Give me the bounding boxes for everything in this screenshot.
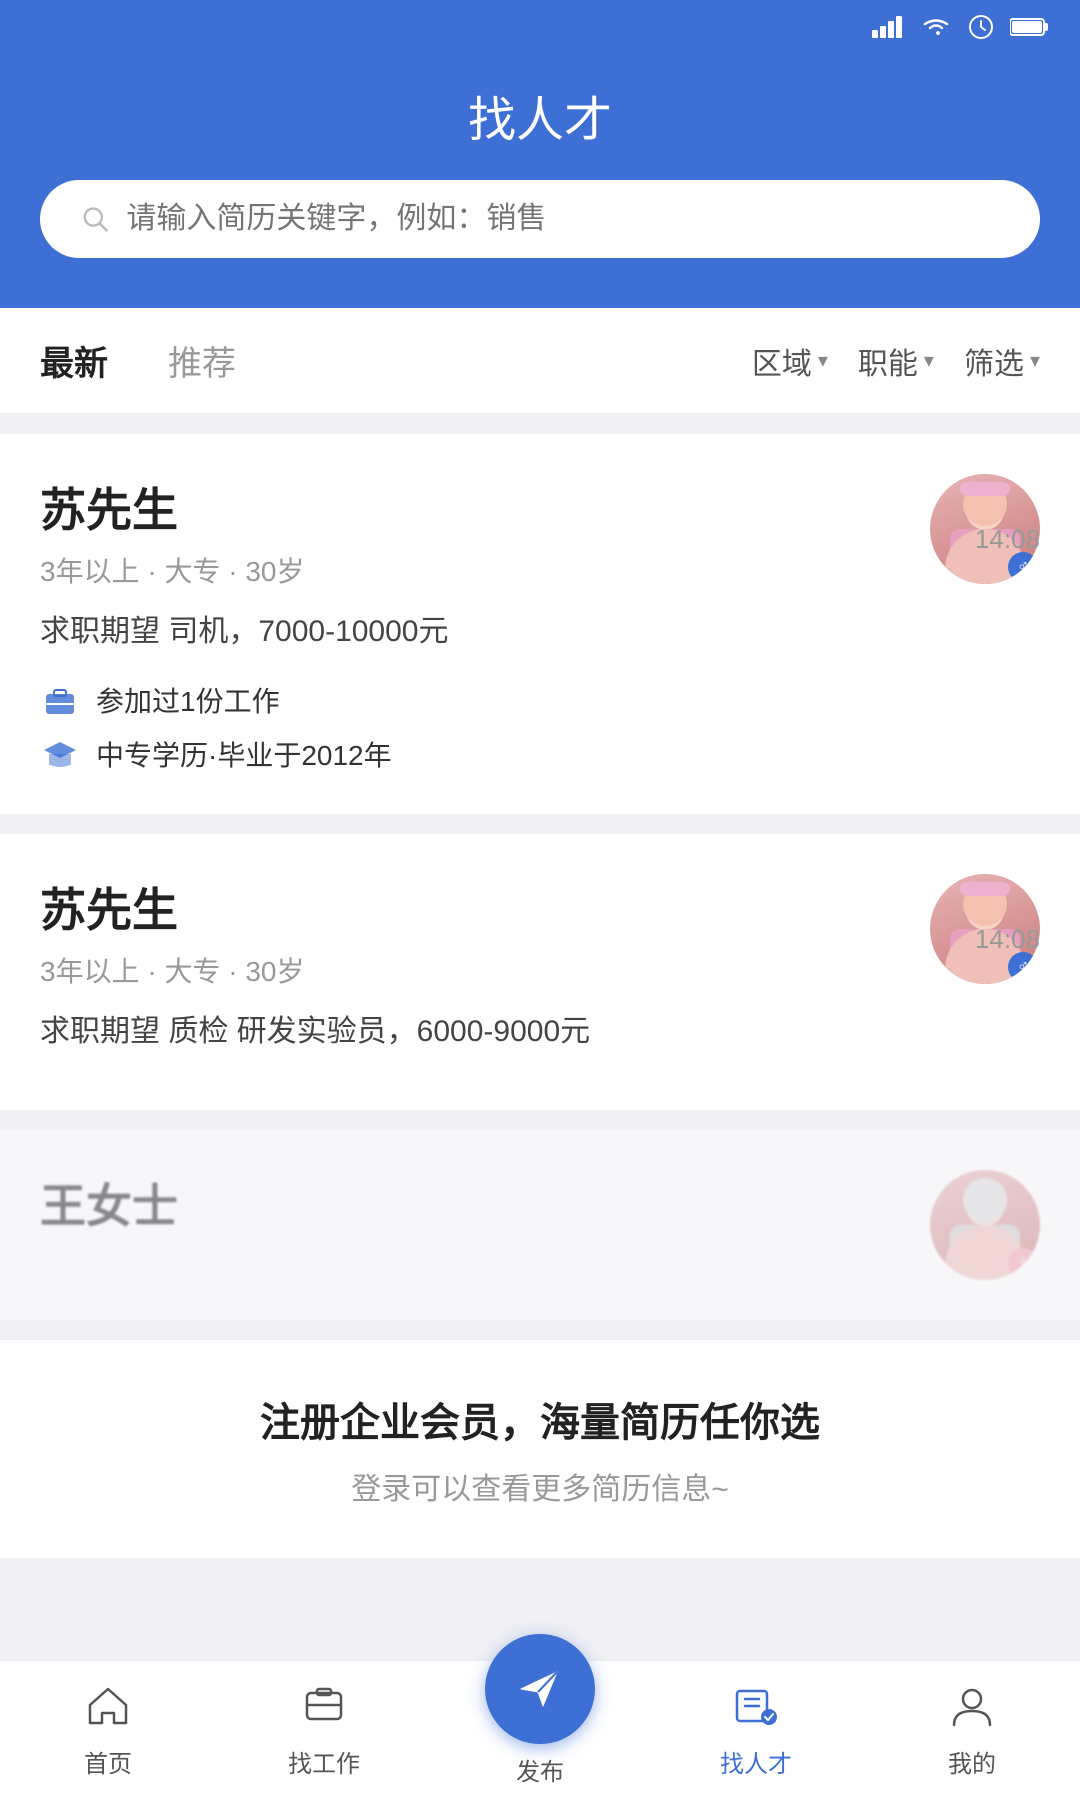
candidate-card-1[interactable]: 苏先生 3年以上 · 大专 · 30岁 求职期望 司机，7000-10000元 … [0, 434, 1080, 814]
header: 找人才 [0, 60, 1080, 308]
promo-subtitle: 登录可以查看更多简历信息~ [40, 1464, 1040, 1508]
tab-latest[interactable]: 最新 [40, 336, 108, 385]
search-icon [80, 203, 110, 235]
find-talent-icon [733, 1683, 779, 1736]
card-1-tag-edu-text: 中专学历·毕业于2012年 [96, 734, 392, 774]
bottom-nav: 首页 找工作 发布 [0, 1660, 1080, 1800]
candidate-card-3: 王女士 ♀ [0, 1130, 1080, 1320]
card-1-header: 苏先生 3年以上 · 大专 · 30岁 求职期望 司机，7000-10000元 … [40, 474, 1040, 670]
card-1-job: 求职期望 司机，7000-10000元 [40, 606, 449, 650]
publish-fab-button[interactable] [485, 1634, 595, 1744]
promo-overlay: 注册企业会员，海量简历任你选 登录可以查看更多简历信息~ [0, 1340, 1080, 1558]
search-bar[interactable] [40, 180, 1040, 258]
person-icon [949, 1683, 995, 1736]
nav-home-label: 首页 [84, 1744, 132, 1779]
card-2-gender-badge: ♂ [1008, 952, 1038, 982]
card-2-name: 苏先生 [40, 874, 590, 940]
card-1-info: 苏先生 3年以上 · 大专 · 30岁 求职期望 司机，7000-10000元 [40, 474, 449, 670]
promo-title: 注册企业会员，海量简历任你选 [40, 1390, 1040, 1448]
area-arrow: ▾ [818, 348, 828, 373]
briefcase-icon [40, 680, 80, 720]
nav-find-job-label: 找工作 [288, 1744, 360, 1779]
filter-function[interactable]: 职能 ▾ [858, 339, 934, 383]
nav-publish[interactable]: 发布 [432, 1674, 648, 1787]
clock-icon [968, 14, 994, 46]
battery-icon [1010, 17, 1050, 43]
page-title: 找人才 [40, 80, 1040, 150]
status-bar [0, 0, 1080, 60]
tab-recommended[interactable]: 推荐 [168, 336, 236, 385]
content-area: 苏先生 3年以上 · 大专 · 30岁 求职期望 司机，7000-10000元 … [0, 414, 1080, 1578]
card-3-name: 王女士 [40, 1170, 178, 1236]
nav-find-job[interactable]: 找工作 [216, 1683, 432, 1779]
filter-screen[interactable]: 筛选 ▾ [964, 339, 1040, 383]
nav-mine[interactable]: 我的 [864, 1683, 1080, 1779]
card-3-gender-badge: ♀ [1008, 1248, 1038, 1278]
card-3-header: 王女士 ♀ [40, 1170, 1040, 1280]
send-icon [513, 1662, 567, 1716]
filter-area[interactable]: 区域 ▾ [752, 339, 828, 383]
search-input[interactable] [126, 202, 1000, 236]
signal-icon [872, 16, 904, 44]
card-1-tag-edu: 中专学历·毕业于2012年 [40, 734, 1040, 774]
card-3-avatar: ♀ [930, 1170, 1040, 1280]
card-2-meta: 3年以上 · 大专 · 30岁 [40, 950, 590, 990]
card-1-gender-badge: ♂ [1008, 552, 1038, 582]
nav-find-talent-label: 找人才 [720, 1744, 792, 1779]
card-2-job: 求职期望 质检 研发实验员，6000-9000元 [40, 1006, 590, 1050]
screen-arrow: ▾ [1030, 348, 1040, 373]
wifi-icon [920, 15, 952, 45]
card-2-timestamp: 14:08 [975, 924, 1040, 955]
nav-mine-label: 我的 [948, 1744, 996, 1779]
tab-filter-bar: 最新 推荐 区域 ▾ 职能 ▾ 筛选 ▾ [0, 308, 1080, 414]
home-icon [85, 1683, 131, 1736]
card-2-info: 苏先生 3年以上 · 大专 · 30岁 求职期望 质检 研发实验员，6000-9… [40, 874, 590, 1070]
card-1-timestamp: 14:08 [975, 524, 1040, 555]
find-job-icon [301, 1683, 347, 1736]
card-1-tag-work-text: 参加过1份工作 [96, 680, 280, 720]
card-3-info: 王女士 [40, 1170, 178, 1246]
nav-find-talent[interactable]: 找人才 [648, 1683, 864, 1779]
card-1-name: 苏先生 [40, 474, 449, 540]
nav-publish-label: 发布 [516, 1752, 564, 1787]
graduation-icon [40, 734, 80, 774]
function-arrow: ▾ [924, 348, 934, 373]
card-1-meta: 3年以上 · 大专 · 30岁 [40, 550, 449, 590]
card-1-tags: 参加过1份工作 中专学历·毕业于2012年 [40, 680, 1040, 774]
nav-home[interactable]: 首页 [0, 1683, 216, 1779]
filter-group: 区域 ▾ 职能 ▾ 筛选 ▾ [752, 339, 1040, 383]
card-2-header: 苏先生 3年以上 · 大专 · 30岁 求职期望 质检 研发实验员，6000-9… [40, 874, 1040, 1070]
candidate-card-2[interactable]: 苏先生 3年以上 · 大专 · 30岁 求职期望 质检 研发实验员，6000-9… [0, 834, 1080, 1110]
card-1-tag-work: 参加过1份工作 [40, 680, 1040, 720]
